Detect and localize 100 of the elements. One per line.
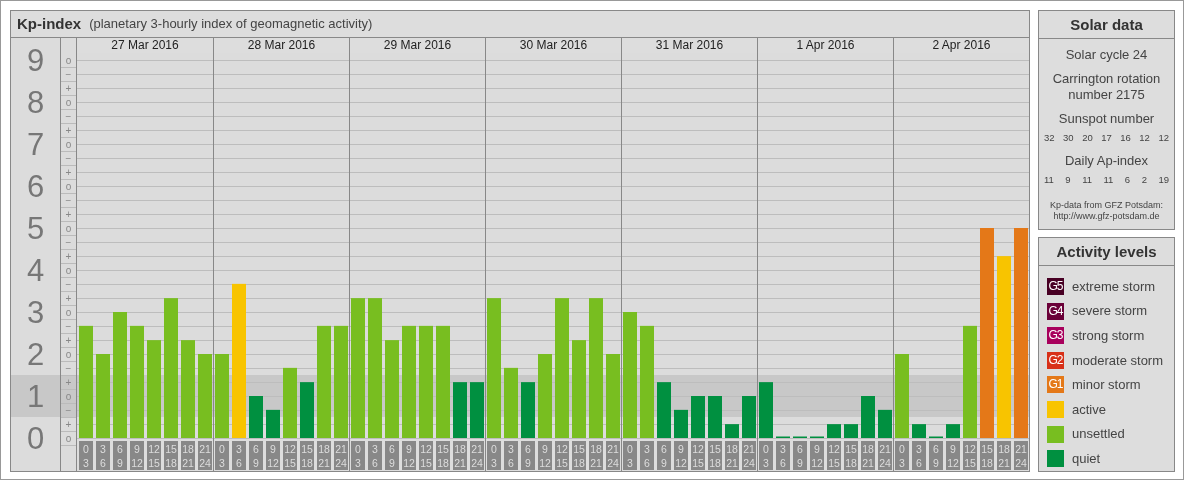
kp-level-label: 9 xyxy=(26,43,45,78)
kp-sublevel-label: + xyxy=(65,82,72,94)
level-label: unsettled xyxy=(1072,425,1125,444)
level-label: moderate storm xyxy=(1072,351,1164,370)
daily-value: 12 xyxy=(1139,131,1150,145)
kp-level-label: 4 xyxy=(26,253,45,288)
level-swatch: G5 xyxy=(1047,278,1064,296)
time-slot-label: 12 15 xyxy=(963,441,977,470)
info-text: Carrington rotation number 2175 xyxy=(1051,71,1162,103)
time-slot-label: 18 21 xyxy=(725,441,739,470)
time-slot-label: 12 15 xyxy=(691,441,705,470)
kp-sublevel-label: o xyxy=(65,306,72,318)
kp-sublevel-label: − xyxy=(65,152,72,164)
time-slot-label: 3 6 xyxy=(504,441,518,470)
daily-value: 6 xyxy=(1124,173,1131,188)
level-swatch: G1 xyxy=(1047,376,1064,394)
panel-title: Activity levels xyxy=(1039,238,1174,267)
level-label: extreme storm xyxy=(1072,277,1156,296)
time-slot-label: 0 3 xyxy=(487,441,501,470)
time-slot-label: 15 18 xyxy=(572,441,586,470)
kp-sublevel-label: o xyxy=(65,180,72,192)
kp-sublevel-label: o xyxy=(65,264,72,276)
credit-text: http://www.gfz-potsdam.de xyxy=(1052,210,1161,222)
kp-sublevel-label: + xyxy=(65,376,72,388)
time-slot-label: 18 21 xyxy=(181,441,195,470)
daily-value: 30 xyxy=(1063,131,1074,145)
date-label: 27 Mar 2016 xyxy=(110,38,180,53)
time-slot-label: 12 15 xyxy=(827,441,841,470)
time-slot-label: 3 6 xyxy=(232,441,246,470)
kp-sublevel-label: + xyxy=(65,334,72,346)
info-text: Solar cycle 24 xyxy=(1064,47,1149,63)
time-slot-label: 0 3 xyxy=(79,441,93,470)
daily-value: 11 xyxy=(1103,173,1114,188)
time-slot-label: 9 12 xyxy=(266,441,280,470)
time-slot-label: 18 21 xyxy=(317,441,331,470)
kp-sublevel-label: + xyxy=(65,250,72,262)
time-slot-label: 15 18 xyxy=(164,441,178,470)
time-slot-label: 12 15 xyxy=(419,441,433,470)
time-slot-label: 3 6 xyxy=(96,441,110,470)
level-swatch: G2 xyxy=(1047,351,1064,369)
time-slot-label: 6 9 xyxy=(385,441,399,470)
kp-sublevel-label: − xyxy=(65,278,72,290)
time-slot-label: 6 9 xyxy=(521,441,535,470)
time-slot-label: 9 12 xyxy=(538,441,552,470)
daily-value: 17 xyxy=(1101,131,1112,145)
kp-sublevel-label: − xyxy=(65,320,72,332)
daily-value: 19 xyxy=(1158,173,1169,188)
chart-subtitle: (planetary 3-hourly index of geomagnetic activity) xyxy=(89,15,373,34)
daily-value: 32 xyxy=(1044,131,1055,145)
level-swatch: G4 xyxy=(1047,302,1064,320)
daily-value: 11 xyxy=(1044,173,1054,188)
kp-sublevel-label: − xyxy=(65,236,72,248)
time-slot-label: 18 21 xyxy=(997,441,1011,470)
kp-level-label: 5 xyxy=(26,211,45,246)
time-slot-label: 9 12 xyxy=(130,441,144,470)
kp-sublevel-label: + xyxy=(65,208,72,220)
time-slot-label: 12 15 xyxy=(147,441,161,470)
time-slot-label: 9 12 xyxy=(810,441,824,470)
time-slot-label: 21 24 xyxy=(1014,441,1028,470)
time-slot-label: 9 12 xyxy=(674,441,688,470)
daily-value: 11 xyxy=(1082,173,1092,188)
kp-sublevel-label: − xyxy=(65,362,72,374)
time-slot-label: 18 21 xyxy=(861,441,875,470)
daily-value: 20 xyxy=(1082,131,1093,145)
kp-sublevel-label: − xyxy=(65,404,72,416)
time-slot-label: 18 21 xyxy=(453,441,467,470)
time-slot-label: 6 9 xyxy=(793,441,807,470)
kp-sublevel-label: + xyxy=(65,124,72,136)
kp-sublevel-label: o xyxy=(65,54,72,66)
info-label: Sunspot number xyxy=(1057,111,1156,127)
time-slot-label: 0 3 xyxy=(351,441,365,470)
time-slot-label: 18 21 xyxy=(589,441,603,470)
time-slot-label: 3 6 xyxy=(776,441,790,470)
time-slot-label: 12 15 xyxy=(555,441,569,470)
time-slot-label: 6 9 xyxy=(929,441,943,470)
time-slot-label: 21 24 xyxy=(878,441,892,470)
info-label: Daily Ap-index xyxy=(1063,153,1150,170)
kp-sublevel-label: − xyxy=(65,194,72,206)
kp-sublevel-label: o xyxy=(65,222,72,234)
level-swatch: G3 xyxy=(1047,327,1064,345)
kp-level-label: 1 xyxy=(26,379,45,414)
time-slot-label: 3 6 xyxy=(368,441,382,470)
level-label: active xyxy=(1072,400,1106,419)
time-slot-label: 21 24 xyxy=(334,441,348,470)
time-slot-label: 3 6 xyxy=(640,441,654,470)
level-label: strong storm xyxy=(1072,327,1145,345)
kp-level-label: 2 xyxy=(26,337,45,372)
credit-text: Kp-data from GFZ Potsdam: xyxy=(1048,199,1164,211)
daily-value: 12 xyxy=(1158,131,1169,145)
time-slot-label: 21 24 xyxy=(742,441,756,470)
kp-sublevel-label: o xyxy=(65,138,72,150)
daily-value: 16 xyxy=(1120,131,1131,145)
kp-level-label: 8 xyxy=(26,85,45,120)
time-slot-label: 15 18 xyxy=(300,441,314,470)
kp-level-label: 7 xyxy=(26,127,45,162)
kp-sublevel-label: − xyxy=(65,110,72,122)
kp-level-label: 0 xyxy=(26,421,45,456)
time-slot-label: 0 3 xyxy=(215,441,229,470)
time-slot-label: 6 9 xyxy=(657,441,671,470)
kp-sublevel-label: + xyxy=(65,166,72,178)
